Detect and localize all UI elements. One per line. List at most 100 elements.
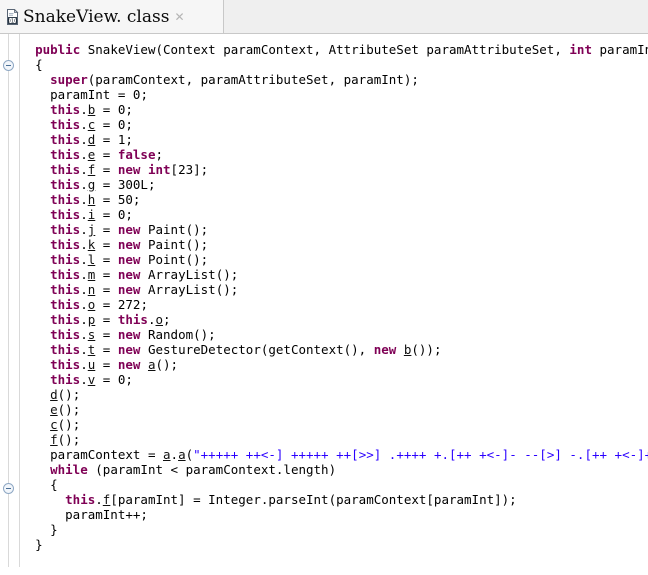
code-token-pl: (paramInt < paramContext.length) [87,462,337,477]
code-token-kw: int [569,42,592,57]
tab-close-icon[interactable]: ✕ [174,11,184,23]
code-line: this.u = new a(); [20,357,648,372]
code-token-kw: false [117,147,156,162]
code-token-num: 50 [117,192,133,207]
code-line: this.i = 0; [20,207,648,222]
code-token-pl: ; [163,312,171,327]
code-token-pl: = [95,327,118,342]
code-token-mth: c [50,417,58,432]
code-token-pl: = [95,207,118,222]
code-line: } [20,537,648,552]
code-token-kw: this [50,267,81,282]
code-token-pl: ()); [411,342,442,357]
code-token-pl: = [95,372,118,387]
code-token-pl: ]; [193,162,209,177]
code-line: this.o = 272; [20,297,648,312]
code-token-pl: Paint(); [140,237,209,252]
code-content[interactable]: public SnakeView(Context paramContext, A… [20,34,648,575]
code-token-mth: a [163,447,171,462]
code-token-pl: { [50,477,58,492]
code-token-kw: this [50,282,81,297]
tab-snakeview-class[interactable]: 010 SnakeView. class ✕ [0,0,224,33]
editor-gutter[interactable] [0,34,20,567]
code-line: this.s = new Random(); [20,327,648,342]
code-token-pl: = [95,282,118,297]
code-token-pl: ; [155,147,164,162]
code-token-kw: new [117,342,141,357]
code-token-num: 23 [178,162,194,177]
code-token-pl: . [80,162,88,177]
code-line: this.b = 0; [20,102,648,117]
code-line: c(); [20,417,648,432]
code-token-kw: this [50,192,81,207]
code-token-pl: = [95,252,118,267]
code-token-pl: . [80,102,88,117]
code-token-kw: this [50,207,81,222]
code-token-str: "+++++ ++<-] +++++ ++[>>] .++++ +.[++ +<… [193,447,648,462]
code-line: this.f = new int[23]; [20,162,648,177]
code-token-pl: = [95,237,118,252]
code-line: e(); [20,402,648,417]
fold-marker-method-body[interactable] [3,60,14,71]
code-token-mth: a [178,447,186,462]
code-token-pl: = [95,222,118,237]
code-token-kw: new [117,252,141,267]
code-token-num: 272 [117,297,141,312]
code-token-pl: { [35,57,43,72]
code-token-kw: this [50,117,81,132]
code-token-pl: Point(); [140,252,209,267]
code-token-pl: . [80,282,88,297]
code-line: paramContext = a.a("+++++ ++<-] +++++ ++… [20,447,648,462]
code-token-kw: this [50,372,81,387]
code-line: this.c = 0; [20,117,648,132]
code-line: this.v = 0; [20,372,648,387]
fold-marker-while-body[interactable] [3,483,14,494]
tab-label: SnakeView. class [23,6,170,27]
code-line: this.k = new Paint(); [20,237,648,252]
code-token-pl: = [95,297,118,312]
code-token-kw: this [50,147,81,162]
code-token-kw: this [50,177,81,192]
code-line: this.m = new ArrayList(); [20,267,648,282]
decompiler-window: 010 SnakeView. class ✕ public SnakeView(… [0,0,648,567]
code-line: this.j = new Paint(); [20,222,648,237]
code-token-pl: paramInt) [599,42,648,57]
code-token-kw: this [50,327,81,342]
code-token-kw: new [117,282,141,297]
code-token-pl: (paramContext, paramAttributeSet, paramI… [87,72,419,87]
code-token-pl: (); [57,402,81,417]
code-token-pl: . [80,252,88,267]
code-token-pl: paramInt++; [65,507,148,522]
java-class-file-icon: 010 [5,8,20,25]
code-token-mth: d [50,387,58,402]
code-line: this.p = this.o; [20,312,648,327]
code-editor[interactable]: public SnakeView(Context paramContext, A… [0,34,648,567]
code-token-kw: this [50,132,81,147]
code-line: this.h = 50; [20,192,648,207]
code-line: this.n = new ArrayList(); [20,282,648,297]
code-token-pl: . [80,357,88,372]
code-token-kw: new [117,237,141,252]
code-token-pl: . [147,312,156,327]
code-line: this.l = new Point(); [20,252,648,267]
code-token-pl: . [80,327,88,342]
code-token-kw: this [50,312,81,327]
code-token-pl: = [95,132,118,147]
